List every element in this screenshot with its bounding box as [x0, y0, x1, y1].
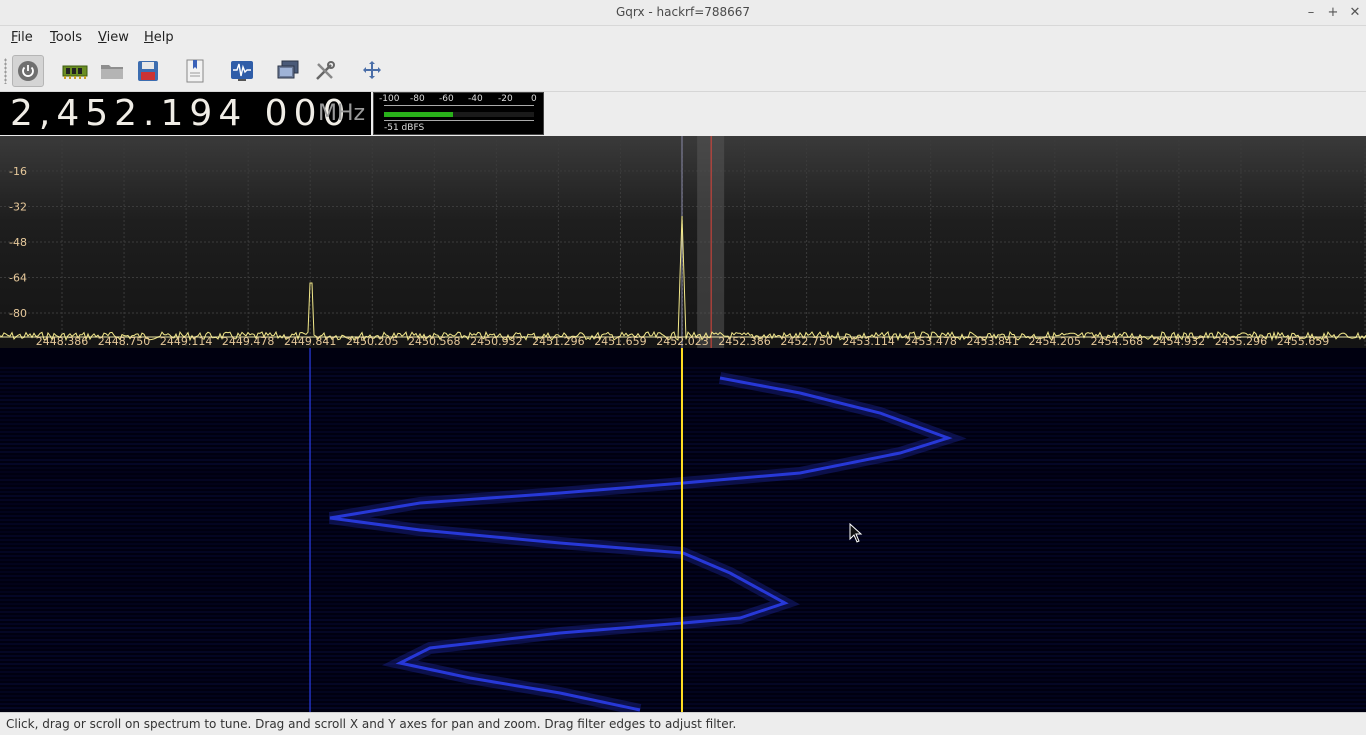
menu-tools[interactable]: Tools [50, 30, 82, 45]
minimize-icon[interactable]: – [1302, 4, 1320, 22]
toolbar-grip[interactable] [4, 58, 7, 84]
y-tick-label: -16 [9, 165, 27, 178]
x-tick-label: 2455.296 [1215, 335, 1268, 348]
x-tick-label: 2449.114 [160, 335, 213, 348]
close-icon[interactable]: ✕ [1346, 4, 1364, 22]
x-tick-label: 2451.296 [532, 335, 585, 348]
frequency-digits[interactable]: 2,452.194 000 [10, 92, 351, 135]
meter-bar [384, 112, 534, 117]
network-icon [277, 60, 299, 79]
spectrum-plot[interactable]: -16 -32 -48 -64 -80 2448.386 2448.750 2449.114 2… [0, 136, 1366, 348]
menu-bar: File Tools View Help [0, 26, 1366, 50]
power-button[interactable] [12, 55, 44, 87]
status-bar: Click, drag or scroll on spectrum to tun… [0, 712, 1366, 735]
meter-scale-label: -60 [439, 94, 454, 104]
x-tick-label: 2453.841 [967, 335, 1020, 348]
fullscreen-button[interactable] [356, 55, 388, 87]
x-tick-label: 2454.568 [1091, 335, 1144, 348]
save-icon [138, 61, 158, 81]
settings-icon [316, 61, 335, 80]
x-tick-label: 2454.932 [1153, 335, 1206, 348]
window-title: Gqrx - hackrf=788667 [615, 5, 751, 19]
open-folder-icon [101, 65, 123, 79]
meter-scale-label: -20 [498, 94, 513, 104]
bookmark-button[interactable] [179, 55, 211, 87]
mouse-cursor-icon [849, 523, 863, 543]
y-tick-label: -64 [9, 272, 27, 285]
hardware-button[interactable] [59, 55, 91, 87]
menu-view[interactable]: View [98, 30, 129, 45]
waveform-icon [231, 61, 253, 81]
meter-fill [384, 112, 453, 117]
x-tick-label: 2448.386 [36, 335, 89, 348]
x-tick-label: 2451.659 [594, 335, 647, 348]
x-tick-label: 2452.750 [780, 335, 833, 348]
status-text: Click, drag or scroll on spectrum to tun… [6, 717, 737, 731]
maximize-icon[interactable]: + [1324, 4, 1342, 22]
meter-scale-label: -80 [410, 94, 425, 104]
spectrum-svg[interactable]: -16 -32 -48 -64 -80 2448.386 2448.750 2449.114 2… [0, 136, 1366, 348]
x-tick-label: 2454.205 [1029, 335, 1082, 348]
meter-scale-label: -100 [379, 94, 400, 104]
frequency-unit: MHz [318, 101, 366, 126]
meter-reading: -51 dBFS [384, 123, 425, 133]
y-tick-label: -32 [9, 201, 27, 214]
power-icon [18, 61, 38, 81]
title-bar: Gqrx - hackrf=788667 – + ✕ [0, 0, 1366, 26]
meter-scale-label: 0 [531, 94, 537, 104]
x-tick-label: 2453.478 [904, 335, 957, 348]
x-tick-label: 2449.478 [222, 335, 275, 348]
settings-button[interactable] [309, 55, 341, 87]
x-tick-label: 2450.205 [346, 335, 399, 348]
meter-ticks [384, 105, 534, 109]
bookmark-icon [186, 59, 204, 83]
x-tick-label: 2450.932 [470, 335, 523, 348]
open-button[interactable] [96, 55, 128, 87]
x-tick-label: 2455.659 [1277, 335, 1330, 348]
waterfall-display[interactable] [0, 348, 1366, 712]
meter-scale-label: -40 [468, 94, 483, 104]
x-tick-label: 2452.023 [656, 335, 709, 348]
x-tick-label: 2448.750 [98, 335, 151, 348]
y-tick-label: -80 [9, 307, 27, 320]
x-tick-label: 2453.114 [842, 335, 895, 348]
hardware-icon [62, 65, 88, 79]
x-tick-label: 2452.386 [718, 335, 771, 348]
toolbar [0, 50, 1366, 92]
save-button[interactable] [132, 55, 164, 87]
x-tick-label: 2449.841 [284, 335, 337, 348]
dsp-button[interactable] [226, 55, 258, 87]
frequency-display[interactable]: 2,452.194 000 MHz [0, 92, 371, 135]
y-tick-label: -48 [9, 236, 27, 249]
menu-file[interactable]: File [11, 30, 33, 45]
x-tick-label: 2450.568 [408, 335, 461, 348]
fullscreen-icon [363, 61, 381, 79]
signal-meter: -100 -80 -60 -40 -20 0 -51 dBFS [373, 92, 544, 135]
menu-help[interactable]: Help [144, 30, 174, 45]
meter-underline [384, 120, 534, 121]
remote-button[interactable] [272, 55, 304, 87]
waterfall-svg[interactable] [0, 348, 1366, 712]
